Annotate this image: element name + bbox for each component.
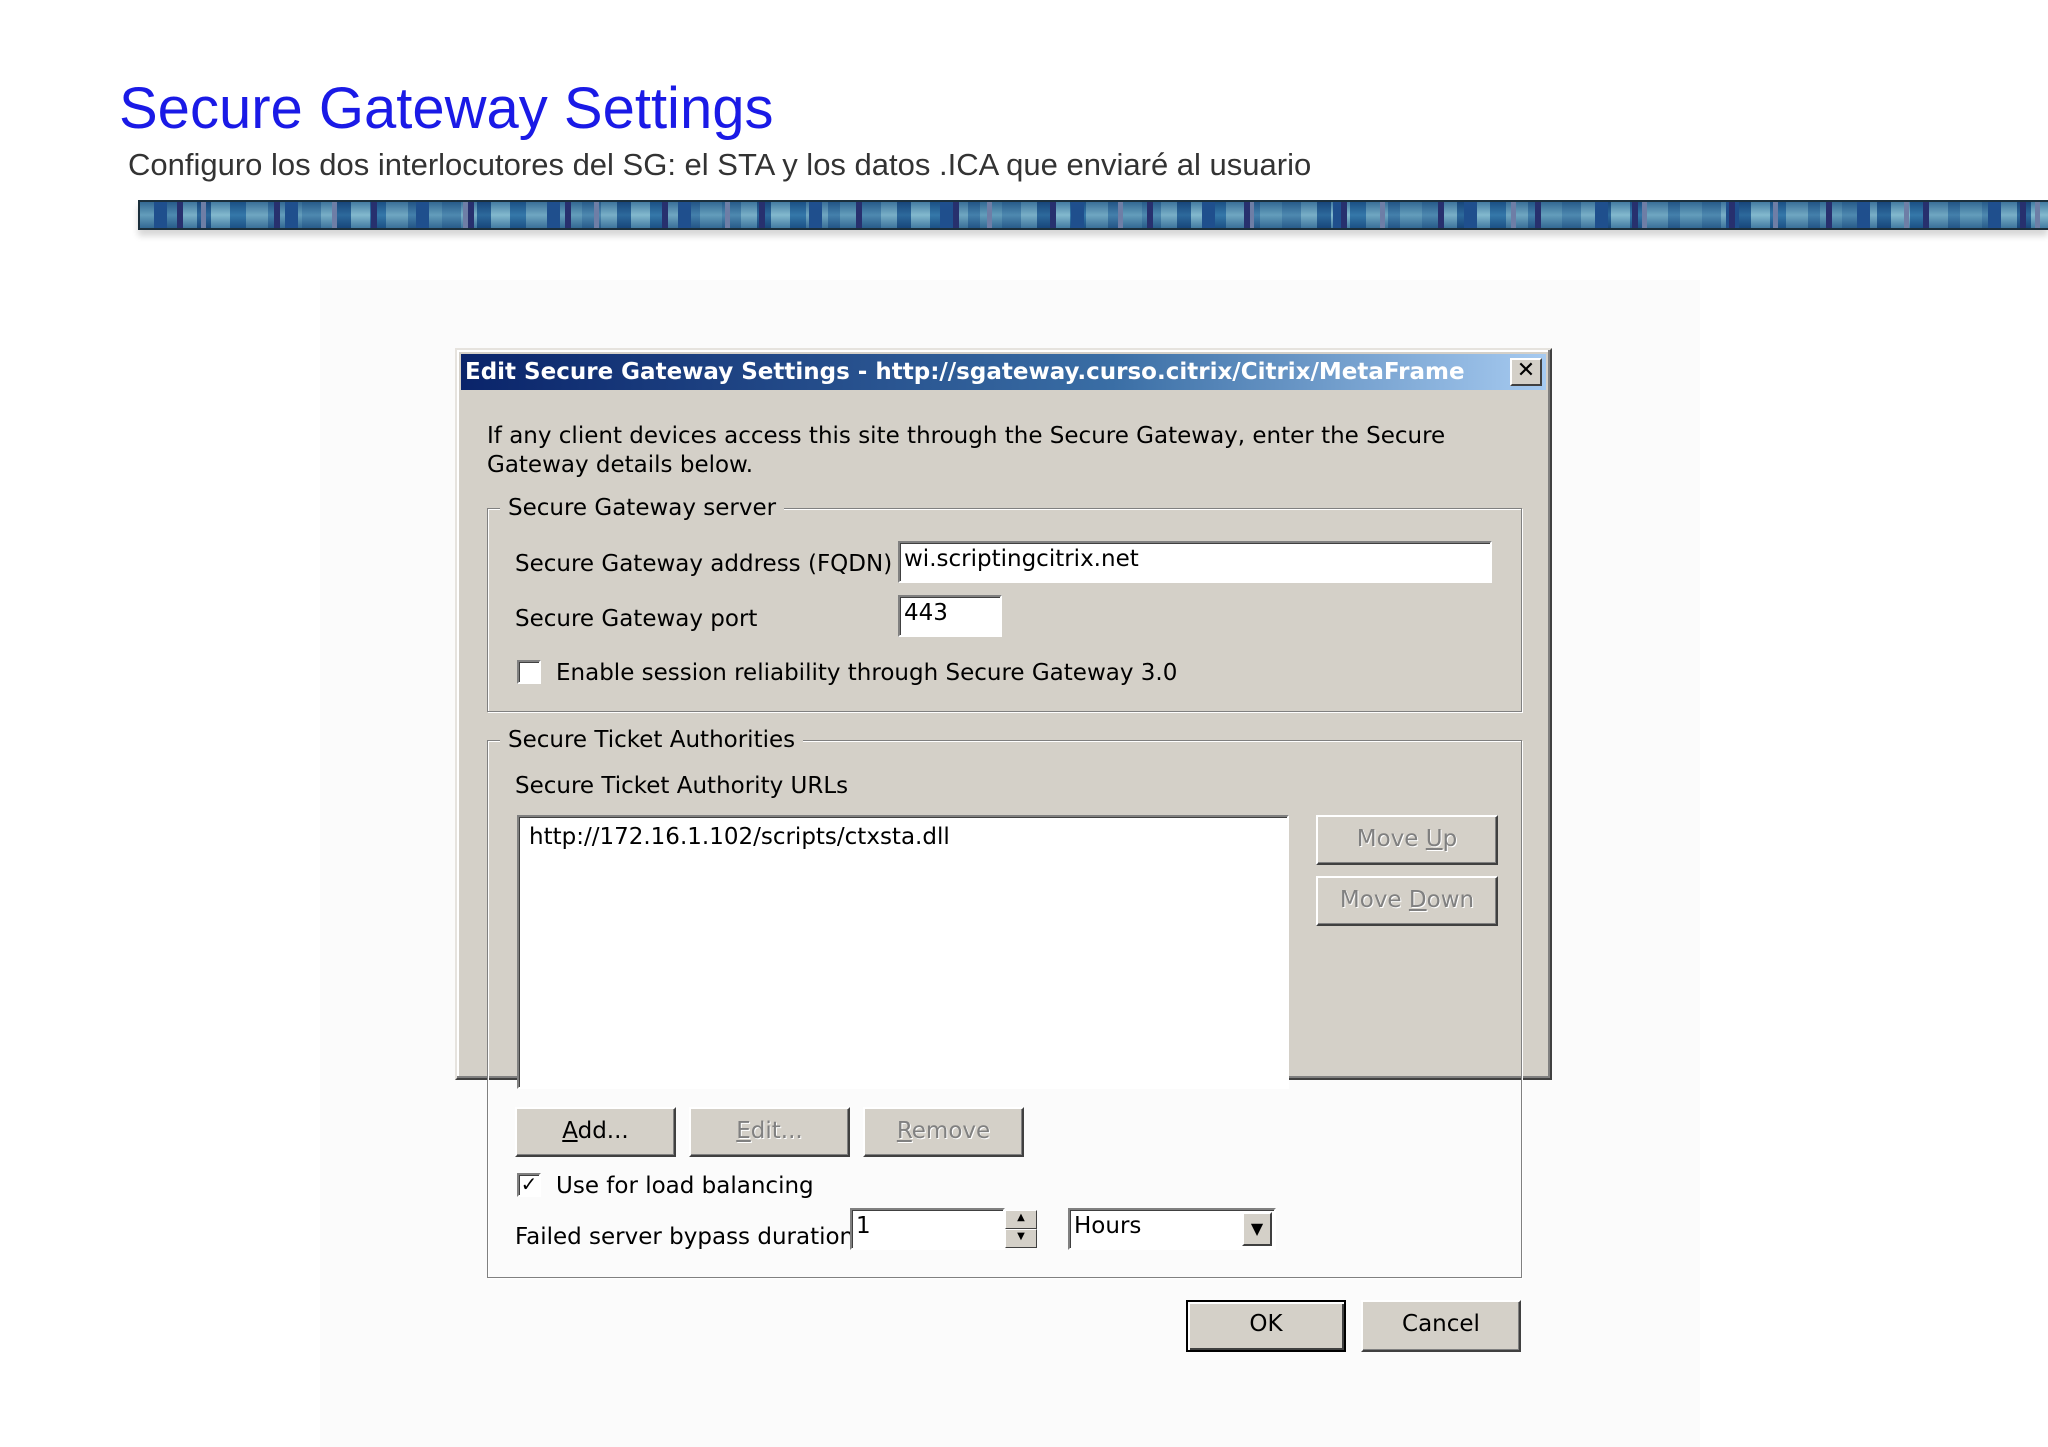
bypass-unit-value: Hours — [1074, 1213, 1142, 1239]
group-legend-server: Secure Gateway server — [500, 494, 785, 522]
port-input[interactable]: 443 — [898, 595, 1002, 637]
spin-down-icon[interactable]: ▼ — [1005, 1229, 1037, 1248]
decorative-banner — [138, 200, 2048, 230]
chevron-down-icon[interactable]: ▼ — [1242, 1212, 1272, 1246]
bypass-duration-spinner[interactable]: ▲ ▼ — [1005, 1210, 1037, 1248]
edit-button[interactable]: Edit... — [689, 1107, 850, 1157]
remove-button[interactable]: Remove — [863, 1107, 1024, 1157]
sta-url-list[interactable]: http://172.16.1.102/scripts/ctxsta.dll — [517, 815, 1289, 1089]
address-label: Secure Gateway address (FQDN) — [515, 551, 893, 577]
secure-ticket-authorities-group: Secure Ticket Authorities Secure Ticket … — [487, 726, 1522, 1278]
secure-gateway-server-group: Secure Gateway server Secure Gateway add… — [487, 494, 1522, 712]
dialog-titlebar[interactable]: Edit Secure Gateway Settings - http://sg… — [461, 354, 1546, 390]
slide-title: Secure Gateway Settings — [119, 76, 774, 141]
bypass-unit-select[interactable]: Hours ▼ — [1068, 1208, 1276, 1250]
group-legend-sta: Secure Ticket Authorities — [500, 726, 804, 754]
port-label: Secure Gateway port — [515, 606, 758, 632]
edit-secure-gateway-dialog: Edit Secure Gateway Settings - http://sg… — [455, 348, 1552, 1352]
list-item[interactable]: http://172.16.1.102/scripts/ctxsta.dll — [529, 823, 950, 851]
sta-urls-label: Secure Ticket Authority URLs — [515, 773, 849, 799]
address-input[interactable]: wi.scriptingcitrix.net — [898, 541, 1492, 583]
cancel-button[interactable]: Cancel — [1361, 1300, 1521, 1352]
slide-subtitle: Configuro los dos interlocutores del SG:… — [128, 147, 1312, 182]
add-button[interactable]: Add... — [515, 1107, 676, 1157]
bypass-duration-label: Failed server bypass duration — [515, 1224, 855, 1250]
ok-button[interactable]: OK — [1186, 1300, 1346, 1352]
dialog-title: Edit Secure Gateway Settings - http://sg… — [465, 359, 1465, 385]
move-down-button[interactable]: Move Down — [1316, 876, 1498, 926]
session-reliability-checkbox[interactable] — [517, 660, 541, 684]
move-up-button[interactable]: Move Up — [1316, 815, 1498, 865]
bypass-duration-input[interactable]: 1 — [850, 1208, 1005, 1250]
close-icon[interactable]: ✕ — [1510, 358, 1542, 386]
intro-text: If any client devices access this site t… — [487, 423, 1446, 478]
spin-up-icon[interactable]: ▲ — [1005, 1210, 1037, 1229]
load-balancing-label: Use for load balancing — [556, 1173, 814, 1199]
session-reliability-label: Enable session reliability through Secur… — [556, 660, 1178, 686]
load-balancing-checkbox[interactable]: ✓ — [517, 1173, 541, 1197]
